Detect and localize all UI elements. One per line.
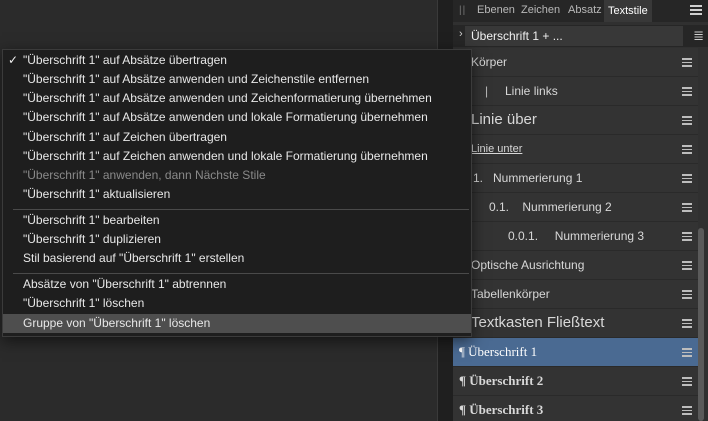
menu-item-create-based-on[interactable]: Stil basierend auf "Überschrift 1" erste… <box>3 249 471 268</box>
menu-item-label: "Überschrift 1" auf Absätze übertragen <box>23 53 227 67</box>
menu-item-apply-keep-local-format[interactable]: "Überschrift 1" auf Absätze anwenden und… <box>3 108 471 127</box>
item-menu-icon[interactable] <box>682 203 692 214</box>
item-menu-icon[interactable] <box>682 406 692 417</box>
list-item[interactable]: ¶ Überschrift 2 <box>453 367 698 396</box>
item-menu-icon[interactable] <box>682 116 692 127</box>
menu-item-label: "Überschrift 1" duplizieren <box>23 232 161 246</box>
menu-item-detach-paragraphs[interactable]: Absätze von "Überschrift 1" abtrennen <box>3 275 471 294</box>
tab-ebenen[interactable]: Ebenen <box>477 4 515 16</box>
style-label: ¶ Überschrift 3 <box>459 402 544 417</box>
list-item[interactable]: Körper <box>453 48 698 77</box>
style-label: 0.0.1. Nummerierung 3 <box>508 229 645 243</box>
style-label: ¶ Überschrift 1 <box>459 344 538 359</box>
list-item[interactable]: Linie unter <box>453 135 698 164</box>
style-label: 0.1. Nummerierung 2 <box>489 200 612 214</box>
menu-item-apply-to-characters[interactable]: "Überschrift 1" auf Zeichen übertragen <box>3 128 471 147</box>
tab-zeichen[interactable]: Zeichen <box>521 4 560 16</box>
menu-item-apply-next-styles: "Überschrift 1" anwenden, dann Nächste S… <box>3 166 471 185</box>
context-menu: ✓ "Überschrift 1" auf Absätze übertragen… <box>2 49 472 337</box>
menu-item-label: "Überschrift 1" auf Zeichen übertragen <box>23 130 227 144</box>
tab-textstile[interactable]: Textstile <box>604 0 652 22</box>
item-menu-icon[interactable] <box>682 290 692 301</box>
item-menu-icon[interactable] <box>682 319 692 330</box>
current-style-bar: › Überschrift 1 + ... ≣ <box>453 25 708 47</box>
menu-item-label: "Überschrift 1" aktualisieren <box>23 187 171 201</box>
item-menu-icon[interactable] <box>682 377 692 388</box>
menu-item-label: "Überschrift 1" auf Absätze anwenden und… <box>23 91 432 105</box>
style-label: Körper <box>471 55 508 69</box>
item-menu-icon[interactable] <box>682 261 692 272</box>
menu-item-label: Gruppe von "Überschrift 1" löschen <box>23 316 211 330</box>
list-item[interactable]: | Linie links <box>453 77 698 106</box>
style-label: Optische Ausrichtung <box>471 258 585 272</box>
text-style-options-icon[interactable]: ≣ <box>693 28 704 44</box>
menu-item-label: "Überschrift 1" auf Zeichen anwenden und… <box>23 149 428 163</box>
list-item[interactable]: ¶ Überschrift 3 <box>453 396 698 421</box>
style-label: ¶ Überschrift 2 <box>459 373 544 388</box>
menu-item-label: "Überschrift 1" auf Absätze anwenden und… <box>23 72 370 86</box>
style-label: 1. Nummerierung 1 <box>473 171 583 185</box>
list-item[interactable]: Optische Ausrichtung <box>453 251 698 280</box>
menu-item-apply-keep-charformat[interactable]: "Überschrift 1" auf Absätze anwenden und… <box>3 89 471 108</box>
menu-item-apply-chars-keep-local[interactable]: "Überschrift 1" auf Zeichen anwenden und… <box>3 147 471 166</box>
tab-absatz[interactable]: Absatz <box>568 4 602 16</box>
menu-item-label: "Überschrift 1" anwenden, dann Nächste S… <box>23 168 266 182</box>
item-menu-icon[interactable] <box>682 58 692 69</box>
chevron-right-icon[interactable]: › <box>459 28 463 40</box>
item-menu-icon[interactable] <box>682 348 692 359</box>
list-item[interactable]: 1. Nummerierung 1 <box>453 164 698 193</box>
menu-item-label: Stil basierend auf "Überschrift 1" erste… <box>23 251 245 265</box>
list-item[interactable]: Linie über <box>453 106 698 135</box>
list-item[interactable]: Tabellenkörper <box>453 280 698 309</box>
style-label: Linie unter <box>471 143 523 155</box>
menu-item-label: Absätze von "Überschrift 1" abtrennen <box>23 277 227 291</box>
menu-item-delete-style[interactable]: "Überschrift 1" löschen <box>3 294 471 313</box>
current-style-field[interactable]: Überschrift 1 + ... <box>465 26 683 46</box>
menu-item-apply-to-paragraphs[interactable]: ✓ "Überschrift 1" auf Absätze übertragen <box>3 51 471 70</box>
style-label: Linie links <box>505 84 558 98</box>
checkmark-icon: ✓ <box>8 53 19 67</box>
item-menu-icon[interactable] <box>682 145 692 156</box>
item-menu-icon[interactable] <box>682 174 692 185</box>
menu-item-label: "Überschrift 1" löschen <box>23 296 145 310</box>
style-list: Körper | Linie links Linie über Linie un… <box>453 48 698 421</box>
menu-item-update-style[interactable]: "Überschrift 1" aktualisieren <box>3 185 471 204</box>
list-item[interactable]: 0.1. Nummerierung 2 <box>453 193 698 222</box>
menu-separator <box>13 209 469 210</box>
panel-menu-icon[interactable] <box>690 3 702 15</box>
rule-bar-icon: | <box>485 84 489 98</box>
menu-separator <box>13 273 469 274</box>
item-menu-icon[interactable] <box>682 87 692 98</box>
list-item-selected[interactable]: ¶ Überschrift 1 <box>453 338 698 367</box>
style-label: Textkasten Fließtext <box>471 314 605 331</box>
menu-item-delete-group[interactable]: Gruppe von "Überschrift 1" löschen <box>3 314 471 333</box>
style-list-scrollbar[interactable] <box>698 228 704 421</box>
text-styles-panel: || Ebenen Zeichen Absatz Textstile › Übe… <box>453 0 708 421</box>
menu-item-edit-style[interactable]: "Überschrift 1" bearbeiten <box>3 211 471 230</box>
panel-tabbar: || Ebenen Zeichen Absatz Textstile <box>453 0 708 22</box>
menu-item-label: "Überschrift 1" bearbeiten <box>23 213 160 227</box>
item-menu-icon[interactable] <box>682 232 692 243</box>
style-label: Tabellenkörper <box>471 287 550 301</box>
style-label: Linie über <box>471 111 537 128</box>
list-item[interactable]: Textkasten Fließtext <box>453 309 698 338</box>
menu-item-duplicate-style[interactable]: "Überschrift 1" duplizieren <box>3 230 471 249</box>
drag-grip-icon[interactable]: || <box>459 5 466 16</box>
menu-item-label: "Überschrift 1" auf Absätze anwenden und… <box>23 110 428 124</box>
menu-item-apply-remove-charstyles[interactable]: "Überschrift 1" auf Absätze anwenden und… <box>3 70 471 89</box>
list-item[interactable]: 0.0.1. Nummerierung 3 <box>453 222 698 251</box>
